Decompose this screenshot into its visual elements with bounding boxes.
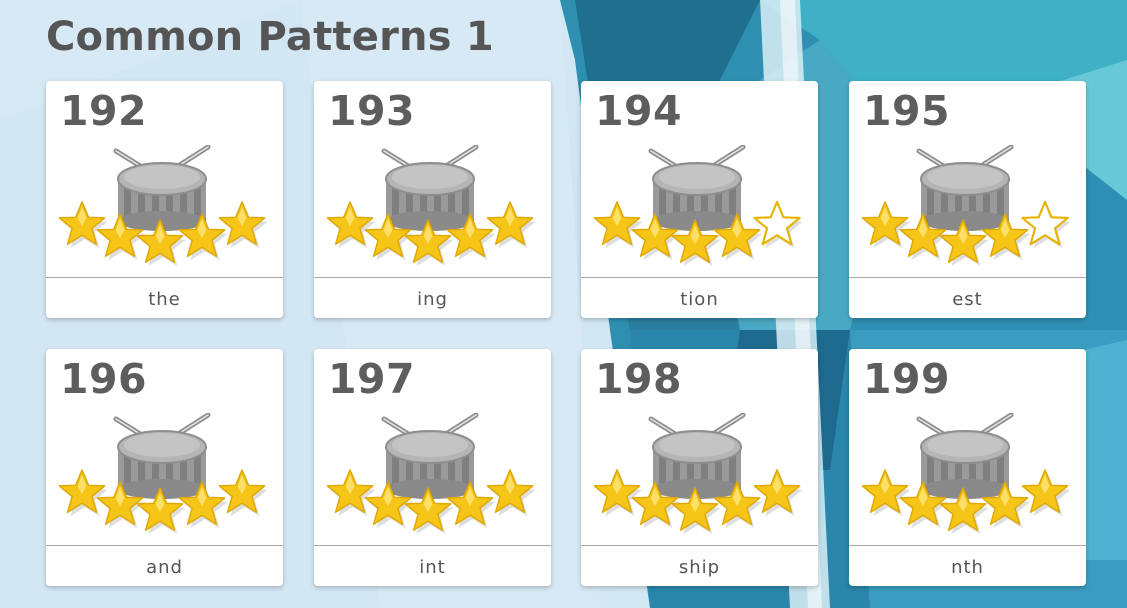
star-rating	[56, 199, 268, 271]
divider	[46, 277, 283, 278]
lesson-label: nth	[951, 557, 984, 578]
star-rating	[324, 467, 536, 539]
lesson-label: tion	[680, 289, 719, 310]
star-filled-icon	[218, 469, 268, 517]
divider	[581, 545, 818, 546]
star-empty-icon	[753, 200, 803, 249]
lesson-card-199[interactable]: 199 nth	[849, 349, 1086, 586]
lesson-card-196[interactable]: 196 and	[46, 349, 283, 586]
lesson-number: 194	[595, 87, 683, 135]
star-filled-icon	[486, 201, 536, 249]
lesson-label: ship	[678, 557, 721, 578]
lesson-card-194[interactable]: 194 tion	[581, 81, 818, 318]
lesson-number: 193	[328, 87, 416, 135]
lesson-label: int	[419, 557, 446, 578]
page-title: Common Patterns 1	[46, 14, 494, 60]
star-rating	[324, 199, 536, 271]
lesson-number: 197	[328, 355, 416, 403]
star-filled-icon	[1021, 469, 1071, 517]
lesson-label: est	[952, 289, 983, 310]
lesson-number: 195	[863, 87, 951, 135]
lesson-label: and	[146, 557, 183, 578]
lesson-number: 196	[60, 355, 148, 403]
lesson-number: 198	[595, 355, 683, 403]
star-rating	[859, 467, 1071, 539]
star-rating	[591, 467, 803, 539]
star-rating	[591, 199, 803, 271]
lesson-number: 192	[60, 87, 148, 135]
star-filled-icon	[486, 469, 536, 517]
lesson-card-195[interactable]: 195 est	[849, 81, 1086, 318]
lesson-card-193[interactable]: 193 ing	[314, 81, 551, 318]
divider	[46, 545, 283, 546]
divider	[581, 277, 818, 278]
star-rating	[859, 199, 1071, 271]
lesson-label: ing	[417, 289, 448, 310]
lesson-number: 199	[863, 355, 951, 403]
star-rating	[56, 467, 268, 539]
divider	[314, 545, 551, 546]
lesson-card-192[interactable]: 192 the	[46, 81, 283, 318]
star-filled-icon	[753, 469, 803, 517]
divider	[849, 277, 1086, 278]
star-filled-icon	[218, 201, 268, 249]
divider	[314, 277, 551, 278]
lesson-card-197[interactable]: 197 int	[314, 349, 551, 586]
star-empty-icon	[1021, 200, 1071, 249]
lesson-card-198[interactable]: 198 ship	[581, 349, 818, 586]
divider	[849, 545, 1086, 546]
lesson-label: the	[148, 289, 181, 310]
